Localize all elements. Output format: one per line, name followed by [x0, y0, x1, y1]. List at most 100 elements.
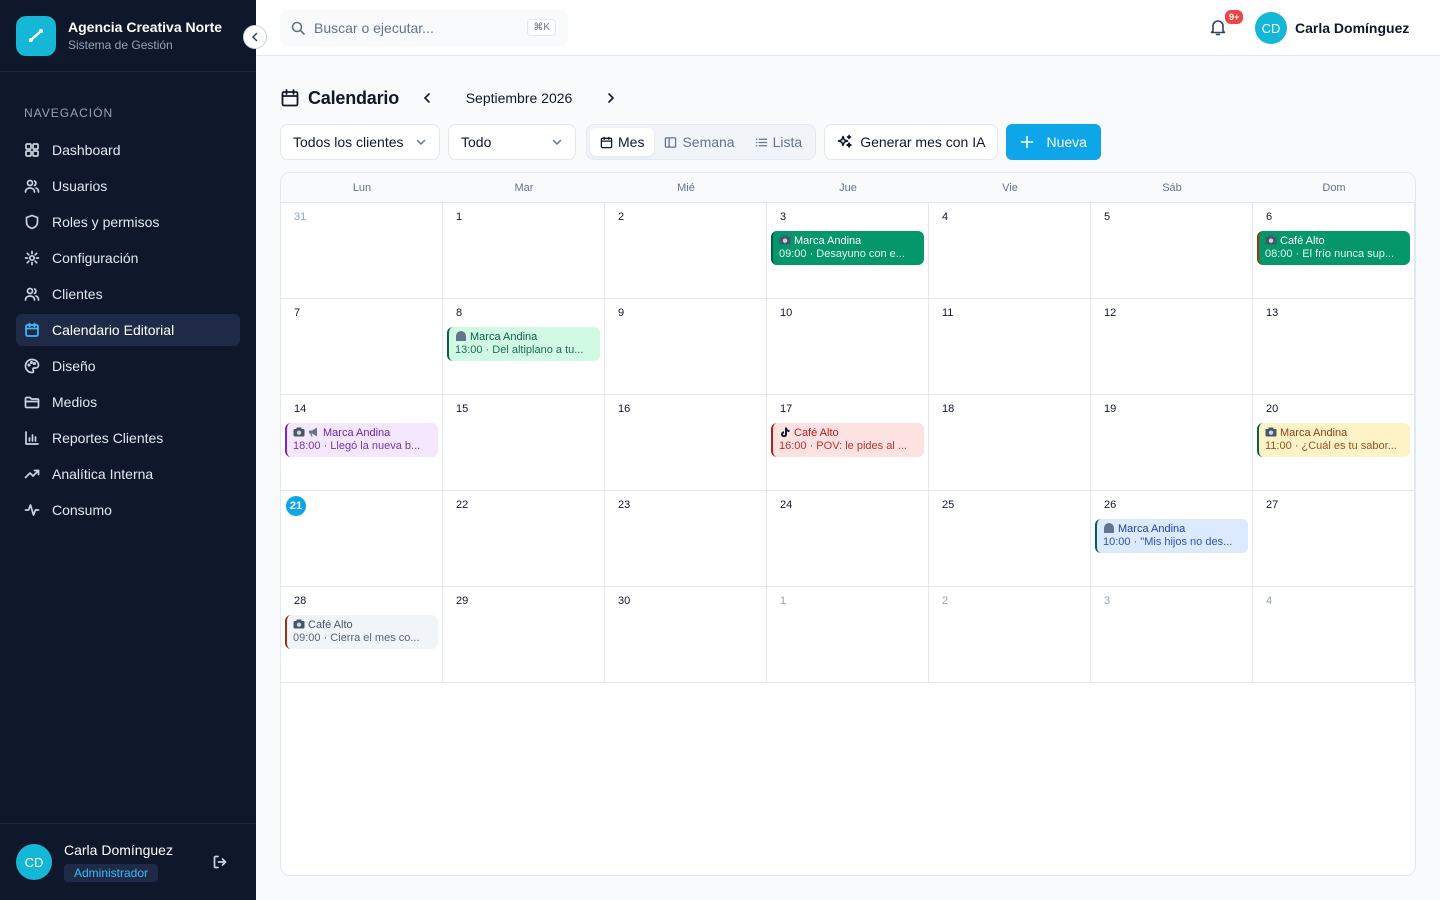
day-number: 27 — [1266, 499, 1279, 511]
calendar-event[interactable]: Café Alto 09:00 · Cierra el mes co... — [285, 615, 438, 649]
chevron-left-icon — [251, 32, 258, 42]
view-week-button[interactable]: Semana — [654, 128, 744, 156]
day-number: 15 — [456, 403, 469, 415]
day-cell[interactable]: 18 — [929, 395, 1091, 491]
calendar-icon — [600, 136, 613, 148]
sidebar-item-diseno[interactable]: Diseño — [16, 350, 240, 382]
sidebar-item-roles[interactable]: Roles y permisos — [16, 206, 240, 238]
sidebar-item-consumo[interactable]: Consumo — [16, 494, 240, 526]
day-cell[interactable]: 29 — [443, 587, 605, 683]
day-cell[interactable]: 15 — [443, 395, 605, 491]
sparkles-icon — [837, 134, 852, 148]
day-cell[interactable]: 25 — [929, 491, 1091, 587]
view-week-label: Semana — [682, 134, 735, 150]
day-cell[interactable]: 22 — [443, 491, 605, 587]
sidebar-item-label: Configuración — [52, 250, 139, 266]
weekday-label: Dom — [1322, 182, 1346, 194]
day-cell[interactable]: 28 Café Alto 09:00 · Cierra el mes co... — [281, 587, 443, 683]
weekday-label: Sáb — [1162, 182, 1182, 194]
sidebar-item-usuarios[interactable]: Usuarios — [16, 170, 240, 202]
brand-name: Agencia Creativa Norte — [68, 19, 223, 35]
camera-icon — [293, 427, 305, 437]
day-cell[interactable]: 2 — [605, 203, 767, 299]
day-cell[interactable]: 16 — [605, 395, 767, 491]
view-month-button[interactable]: Mes — [590, 128, 655, 156]
event-detail: 16:00 · POV: le pides al ... — [779, 440, 907, 452]
search-shortcut: ⌘K — [527, 19, 556, 36]
search-box[interactable]: ⌘K — [280, 10, 568, 46]
weekday-label: Mié — [677, 182, 695, 194]
sidebar-item-reportes-clientes[interactable]: Reportes Clientes — [16, 422, 240, 454]
day-number: 2 — [618, 211, 625, 223]
chevron-right-icon — [608, 93, 615, 103]
sidebar-item-configuracion[interactable]: Configuración — [16, 242, 240, 274]
day-cell[interactable]: 4 — [929, 203, 1091, 299]
sidebar-item-calendario-editorial[interactable]: Calendario Editorial — [16, 314, 240, 346]
day-cell[interactable]: 3 Marca Andina 09:00 · Desayuno con e... — [767, 203, 929, 299]
day-cell[interactable]: 20 Marca Andina 11:00 · ¿Cuál es tu sabo… — [1253, 395, 1415, 491]
day-cell[interactable]: 9 — [605, 299, 767, 395]
prev-month-button[interactable] — [415, 86, 439, 110]
day-cell[interactable]: 5 — [1091, 203, 1253, 299]
next-month-button[interactable] — [599, 86, 623, 110]
sidebar-item-label: Clientes — [52, 286, 103, 302]
type-filter-select[interactable]: Todo — [448, 124, 576, 160]
day-cell[interactable]: 24 — [767, 491, 929, 587]
day-cell[interactable]: 27 — [1253, 491, 1415, 587]
camera-icon — [1265, 427, 1277, 437]
day-number: 1 — [456, 211, 463, 223]
day-cell[interactable]: 30 — [605, 587, 767, 683]
day-cell[interactable]: 11 — [929, 299, 1091, 395]
calendar-event[interactable]: Café Alto 16:00 · POV: le pides al ... — [771, 423, 924, 457]
event-detail: 11:00 · ¿Cuál es tu sabor... — [1265, 440, 1397, 452]
sidebar-item-dashboard[interactable]: Dashboard — [16, 134, 240, 166]
day-cell[interactable]: 1 — [443, 203, 605, 299]
calendar-event[interactable]: Marca Andina 11:00 · ¿Cuál es tu sabor..… — [1257, 423, 1410, 457]
day-cell[interactable]: 17 Café Alto 16:00 · POV: le pides al ..… — [767, 395, 929, 491]
day-cell[interactable]: 4 — [1253, 587, 1415, 683]
day-cell[interactable]: 7 — [281, 299, 443, 395]
day-number: 3 — [1104, 595, 1111, 607]
day-cell[interactable]: 31 — [281, 203, 443, 299]
sidebar-item-clientes[interactable]: Clientes — [16, 278, 240, 310]
avatar[interactable]: CD — [16, 844, 52, 880]
day-number: 17 — [780, 403, 793, 415]
view-switcher: Mes Semana Lista — [586, 124, 817, 160]
view-list-button[interactable]: Lista — [745, 128, 813, 156]
event-client: Café Alto — [1280, 235, 1325, 247]
calendar-event[interactable]: Marca Andina 10:00 · "Mis hijos no des..… — [1095, 519, 1248, 553]
day-cell[interactable]: 3 — [1091, 587, 1253, 683]
new-post-button[interactable]: Nueva — [1006, 124, 1101, 160]
day-cell[interactable]: 8 Marca Andina 13:00 · Del altiplano a t… — [443, 299, 605, 395]
calendar-event[interactable]: Marca Andina 09:00 · Desayuno con e... — [771, 231, 924, 265]
sidebar-nav: Dashboard Usuarios Roles y permisos Conf… — [0, 134, 256, 526]
generate-ai-button[interactable]: Generar mes con IA — [824, 124, 999, 160]
day-cell[interactable]: 6 Café Alto 08:00 · El frío nunca sup... — [1253, 203, 1415, 299]
day-cell[interactable]: 12 — [1091, 299, 1253, 395]
today-day-number: 21 — [286, 496, 306, 516]
calendar-event[interactable]: Café Alto 08:00 · El frío nunca sup... — [1257, 231, 1410, 265]
day-cell[interactable]: 23 — [605, 491, 767, 587]
view-month-label: Mes — [618, 134, 645, 150]
calendar-icon — [281, 89, 299, 107]
client-filter-select[interactable]: Todos los clientes — [280, 124, 440, 160]
sidebar-item-analitica-interna[interactable]: Analítica Interna — [16, 458, 240, 490]
day-cell[interactable]: 10 — [767, 299, 929, 395]
day-cell[interactable]: 13 — [1253, 299, 1415, 395]
day-cell[interactable]: 19 — [1091, 395, 1253, 491]
month-label: Septiembre 2026 — [465, 90, 573, 106]
day-cell[interactable]: 21 — [281, 491, 443, 587]
day-cell[interactable]: 1 — [767, 587, 929, 683]
calendar-event[interactable]: Marca Andina 18:00 · Llegó la nueva b... — [285, 423, 438, 457]
sidebar-item-medios[interactable]: Medios — [16, 386, 240, 418]
user-menu[interactable]: CD Carla Domínguez — [1255, 12, 1409, 44]
event-detail: 10:00 · "Mis hijos no des... — [1103, 536, 1233, 548]
calendar-event[interactable]: Marca Andina 13:00 · Del altiplano a tu.… — [447, 327, 600, 361]
day-cell[interactable]: 2 — [929, 587, 1091, 683]
search-input[interactable] — [314, 20, 514, 36]
logout-icon[interactable] — [212, 854, 228, 873]
day-cell[interactable]: 26 Marca Andina 10:00 · "Mis hijos no de… — [1091, 491, 1253, 587]
sidebar-item-label: Dashboard — [52, 142, 121, 158]
day-cell[interactable]: 14 Marca Andina 18:00 · Llegó la nueva b… — [281, 395, 443, 491]
collapse-sidebar-button[interactable] — [243, 25, 267, 49]
